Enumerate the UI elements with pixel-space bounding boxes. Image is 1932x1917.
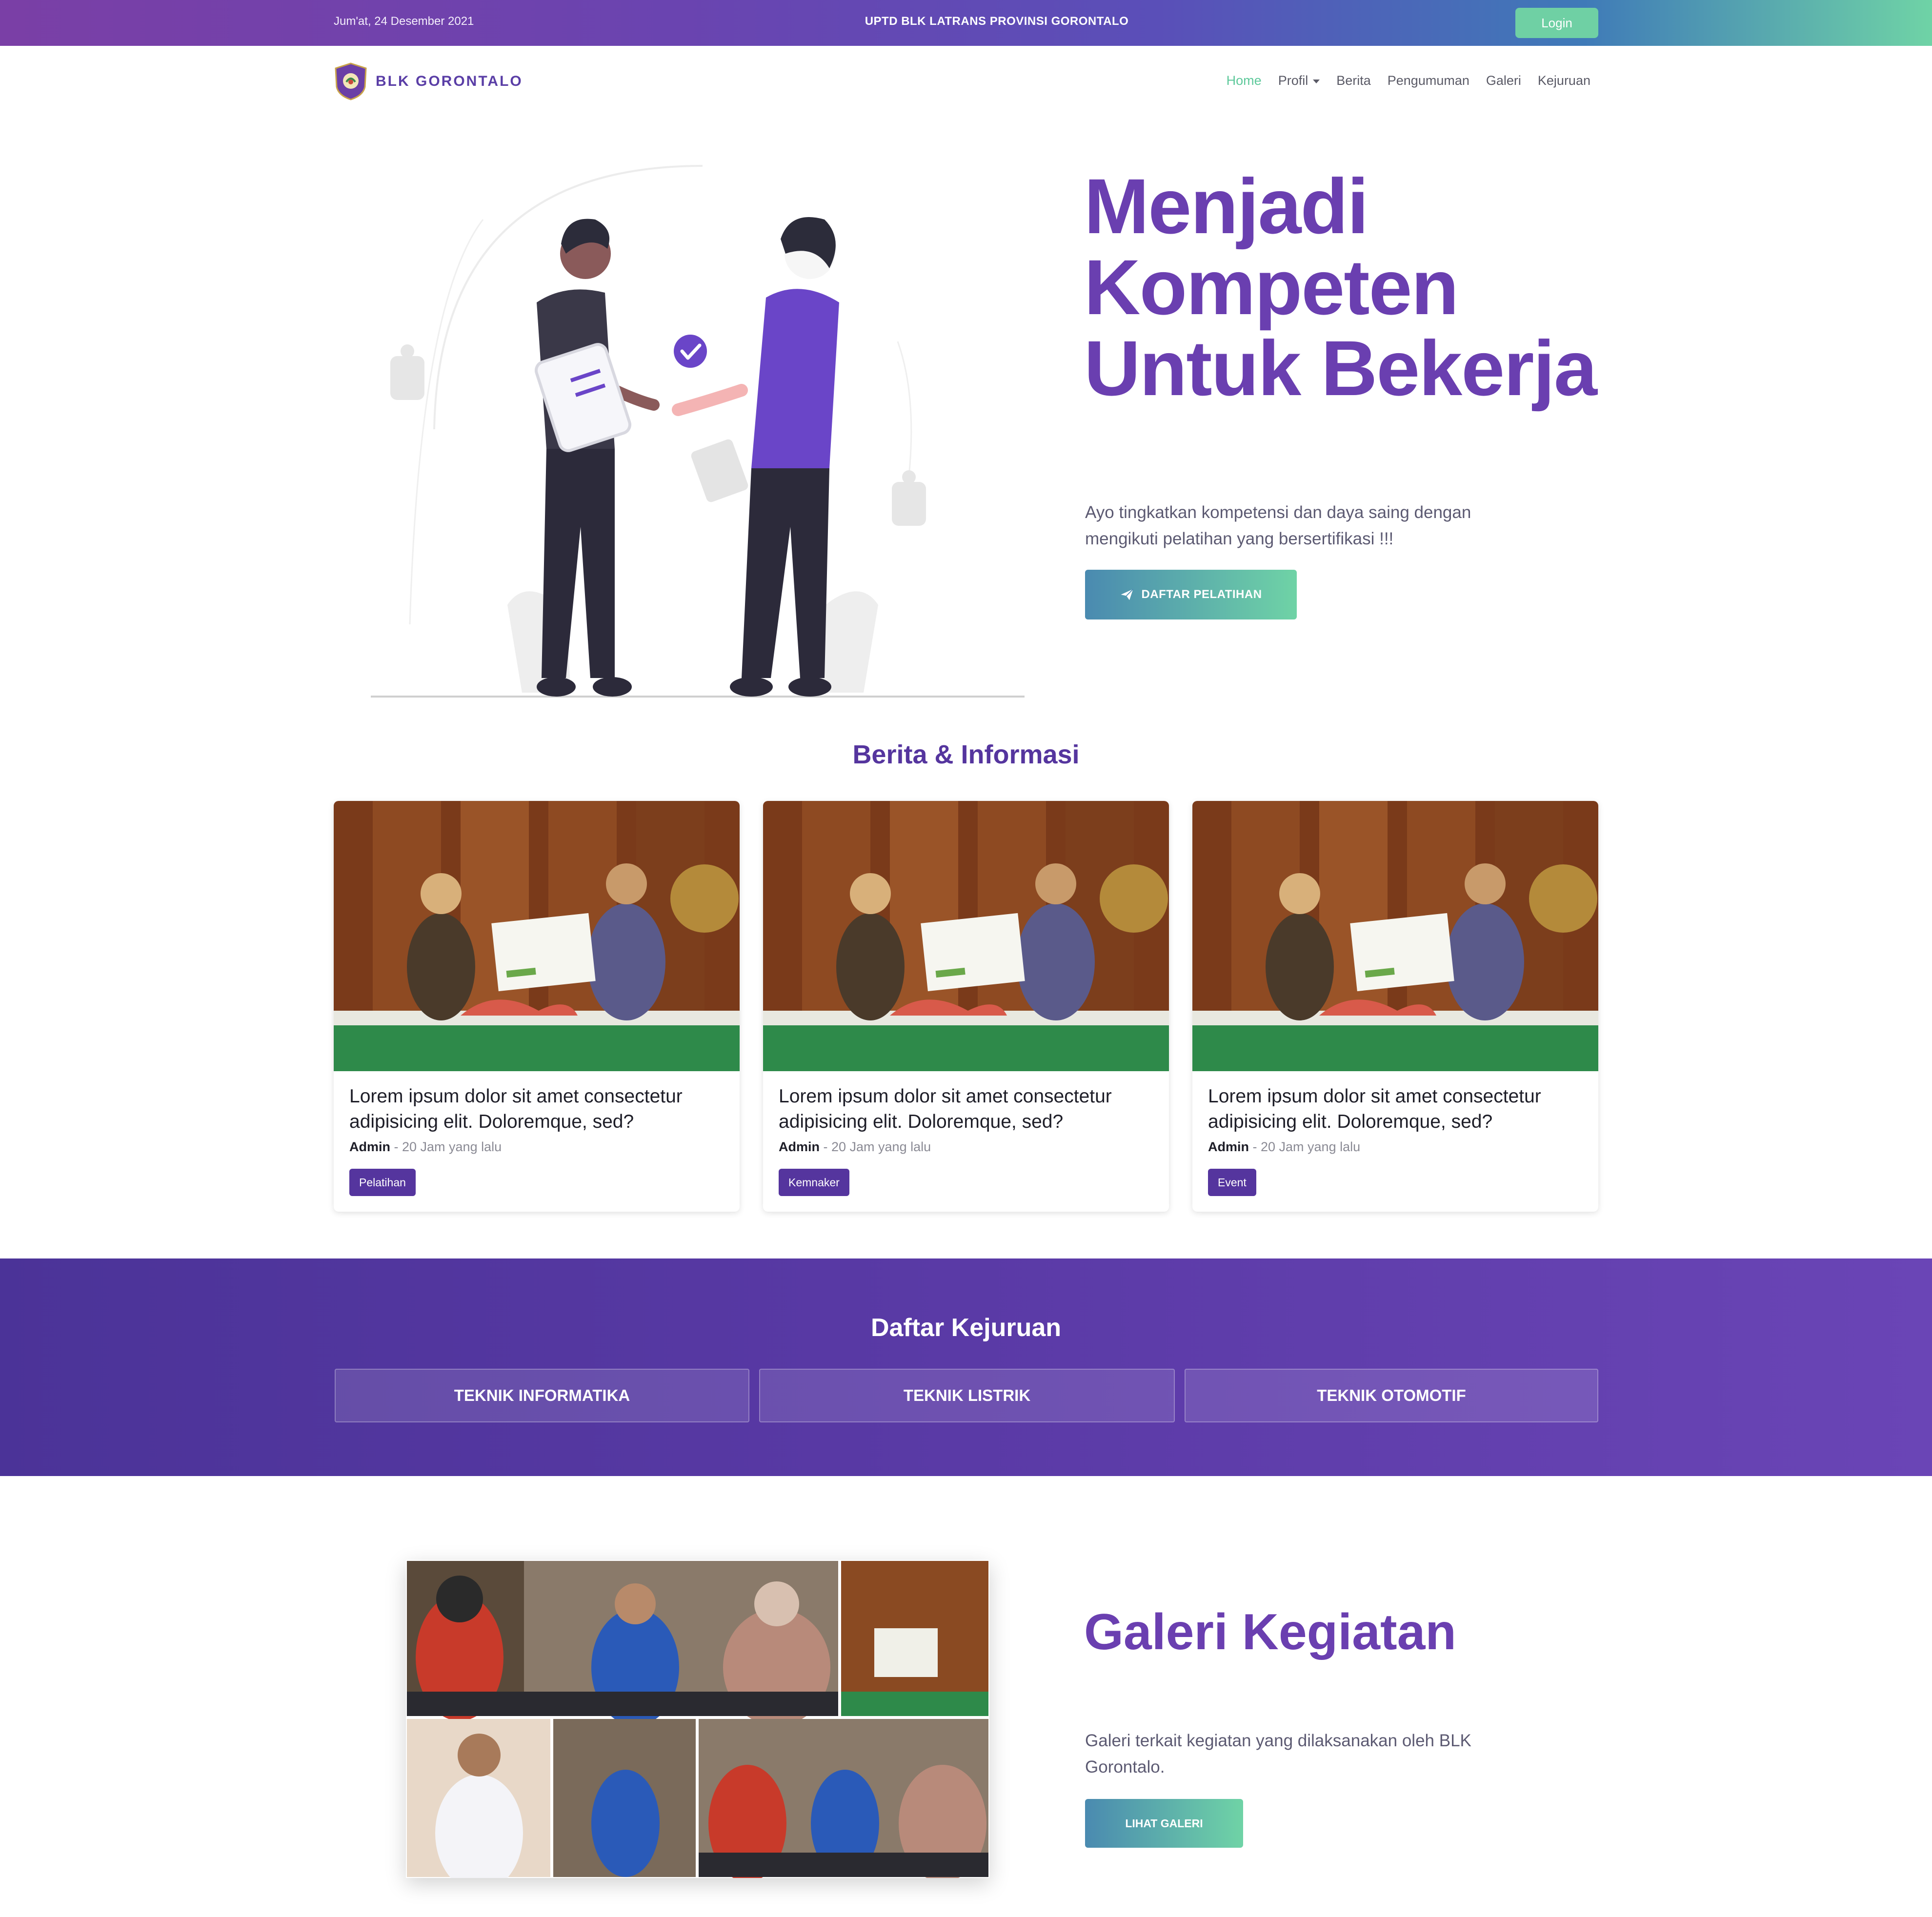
nav-item-home[interactable]: Home bbox=[1227, 73, 1262, 88]
gallery-subtitle: Galeri terkait kegiatan yang dilaksanaka… bbox=[1085, 1731, 1471, 1777]
news-card-title[interactable]: Lorem ipsum dolor sit amet consectetur a… bbox=[349, 1084, 730, 1135]
nav-item-profil[interactable]: Profil bbox=[1278, 73, 1320, 88]
news-card-author: Admin bbox=[779, 1139, 820, 1154]
news-card-time: - 20 Jam yang lalu bbox=[1249, 1139, 1361, 1154]
top-bar: Jum'at, 24 Desember 2021 UPTD BLK LATRAN… bbox=[0, 0, 1932, 46]
nav-item-pengumuman[interactable]: Pengumuman bbox=[1388, 73, 1469, 88]
news-photo bbox=[334, 801, 740, 1071]
news-photo bbox=[763, 801, 1169, 1071]
nav-item-profil-label: Profil bbox=[1278, 73, 1308, 88]
hero-subtitle: Ayo tingkatkan kompetensi dan daya saing… bbox=[1085, 503, 1471, 548]
news-card-title[interactable]: Lorem ipsum dolor sit amet consectetur a… bbox=[1208, 1084, 1589, 1135]
news-card[interactable]: Lorem ipsum dolor sit amet consectetur a… bbox=[1192, 801, 1598, 1212]
main-menu: Home Profil Berita Pengumuman Galeri Kej… bbox=[1227, 73, 1590, 88]
caret-down-icon bbox=[1313, 79, 1320, 83]
hero-illustration bbox=[371, 165, 1025, 698]
kejuruan-heading: Daftar Kejuruan bbox=[870, 1314, 1062, 1342]
nav-item-kejuruan[interactable]: Kejuruan bbox=[1538, 73, 1590, 88]
gallery-collage-image bbox=[406, 1560, 989, 1878]
news-card-meta: Admin - 20 Jam yang lalu bbox=[349, 1139, 502, 1155]
news-card[interactable]: Lorem ipsum dolor sit amet consectetur a… bbox=[334, 801, 740, 1212]
news-card-meta: Admin - 20 Jam yang lalu bbox=[1208, 1139, 1360, 1155]
brand[interactable]: BLK GORONTALO bbox=[334, 62, 523, 100]
login-button[interactable]: Login bbox=[1515, 8, 1598, 38]
register-training-button[interactable]: DAFTAR PELATIHAN bbox=[1085, 570, 1297, 619]
nav-item-galeri[interactable]: Galeri bbox=[1486, 73, 1521, 88]
news-card[interactable]: Lorem ipsum dolor sit amet consectetur a… bbox=[763, 801, 1169, 1212]
news-card-meta: Admin - 20 Jam yang lalu bbox=[779, 1139, 931, 1155]
nav-item-berita[interactable]: Berita bbox=[1336, 73, 1371, 88]
news-card-tag[interactable]: Pelatihan bbox=[349, 1169, 416, 1196]
gallery-title: Galeri Kegiatan bbox=[1084, 1604, 1456, 1660]
kejuruan-section: Daftar Kejuruan TEKNIK INFORMATIKA TEKNI… bbox=[0, 1258, 1932, 1476]
paper-plane-icon bbox=[1121, 589, 1134, 600]
news-card-author: Admin bbox=[1208, 1139, 1249, 1154]
register-training-label: DAFTAR PELATIHAN bbox=[1141, 588, 1262, 601]
news-card-author: Admin bbox=[349, 1139, 390, 1154]
news-card-tag[interactable]: Event bbox=[1208, 1169, 1256, 1196]
news-photo bbox=[1192, 801, 1598, 1071]
navbar: BLK GORONTALO Home Profil Berita Pengumu… bbox=[0, 46, 1932, 119]
news-card-tag[interactable]: Kemnaker bbox=[779, 1169, 849, 1196]
news-card-title[interactable]: Lorem ipsum dolor sit amet consectetur a… bbox=[779, 1084, 1159, 1135]
kejuruan-item-informatika[interactable]: TEKNIK INFORMATIKA bbox=[335, 1369, 749, 1422]
kejuruan-item-otomotif[interactable]: TEKNIK OTOMOTIF bbox=[1185, 1369, 1598, 1422]
kejuruan-item-listrik[interactable]: TEKNIK LISTRIK bbox=[759, 1369, 1175, 1422]
news-card-time: - 20 Jam yang lalu bbox=[820, 1139, 931, 1154]
news-heading: Berita & Informasi bbox=[852, 740, 1080, 769]
news-card-time: - 20 Jam yang lalu bbox=[390, 1139, 502, 1154]
brand-name: BLK GORONTALO bbox=[376, 73, 523, 89]
check-circle-icon bbox=[674, 335, 707, 368]
brand-logo-icon bbox=[335, 62, 367, 100]
hero-title: Menjadi Kompeten Untuk Bekerja bbox=[1084, 162, 1597, 412]
organization-name: UPTD BLK LATRANS PROVINSI GORONTALO bbox=[865, 15, 1129, 28]
view-gallery-button[interactable]: LIHAT GALERI bbox=[1085, 1799, 1243, 1848]
